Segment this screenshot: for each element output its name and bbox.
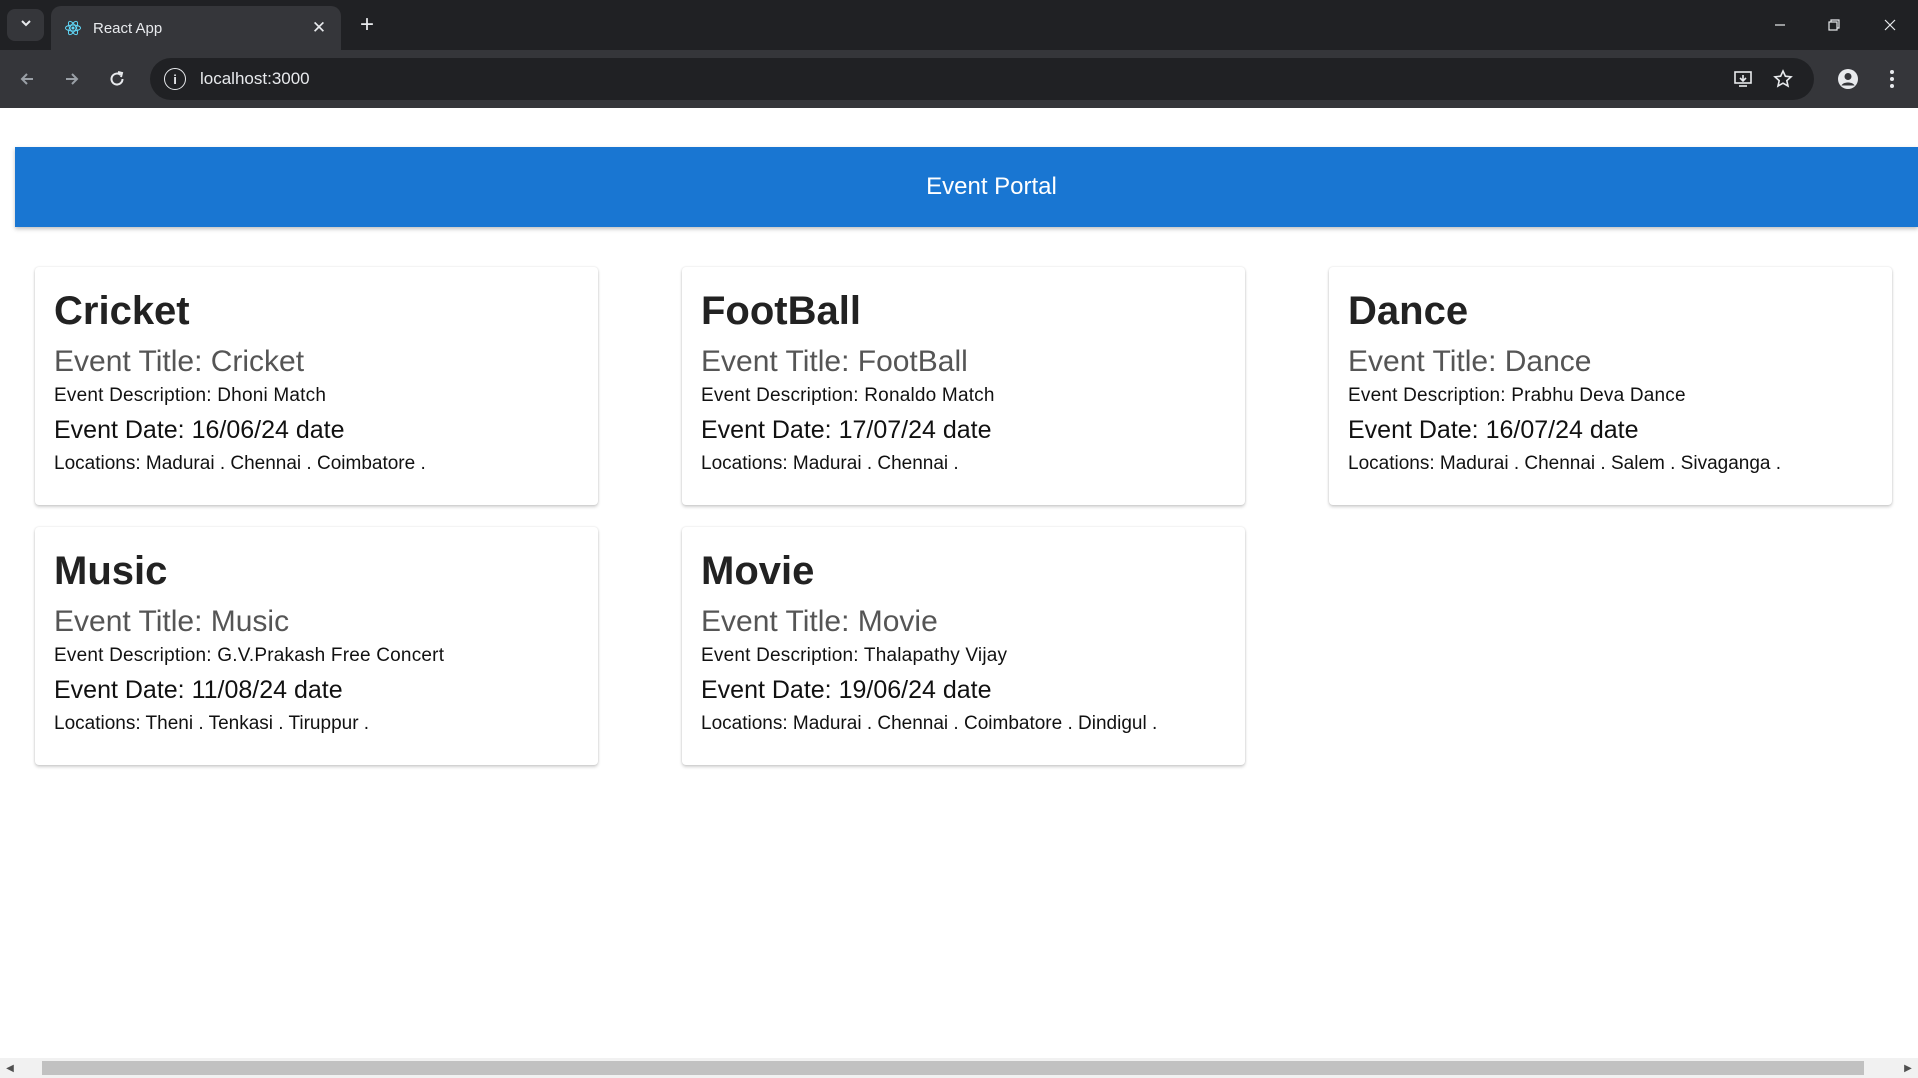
- event-date: Event Date: 16/06/24 date: [54, 416, 345, 444]
- browser-tab[interactable]: React App ✕: [51, 6, 341, 50]
- event-title: Event Title: Music: [54, 605, 290, 638]
- event-description: Event Description: G.V.Prakash Free Conc…: [54, 645, 445, 666]
- event-heading: FootBall: [701, 289, 861, 333]
- address-bar[interactable]: i localhost:3000: [150, 58, 1814, 100]
- horizontal-scrollbar[interactable]: ◀ ▶: [0, 1058, 1918, 1078]
- app-header: Event Portal: [15, 147, 1918, 227]
- tab-close-icon[interactable]: ✕: [309, 18, 329, 38]
- event-card-football: FootBall Event Title: FootBall Event Des…: [682, 267, 1245, 505]
- tab-search-button[interactable]: [7, 9, 44, 41]
- event-card-movie: Movie Event Title: Movie Event Descripti…: [682, 527, 1245, 765]
- event-locations: Locations: Madurai . Chennai . Salem . S…: [1348, 453, 1782, 474]
- install-app-icon[interactable]: [1726, 62, 1760, 96]
- site-info-icon[interactable]: i: [164, 68, 186, 90]
- event-date: Event Date: 19/06/24 date: [701, 676, 992, 704]
- react-logo-icon: [63, 18, 83, 38]
- chevron-down-icon: [19, 16, 33, 35]
- close-window-icon[interactable]: [1870, 8, 1910, 42]
- event-date: Event Date: 17/07/24 date: [701, 416, 992, 444]
- bookmark-star-icon[interactable]: [1766, 62, 1800, 96]
- event-date: Event Date: 16/07/24 date: [1348, 416, 1639, 444]
- event-card-cricket: Cricket Event Title: Cricket Event Descr…: [35, 267, 598, 505]
- event-title: Event Title: FootBall: [701, 345, 968, 378]
- event-card-dance: Dance Event Title: Dance Event Descripti…: [1329, 267, 1892, 505]
- event-heading: Movie: [701, 549, 815, 593]
- event-description: Event Description: Thalapathy Vijay: [701, 645, 1008, 666]
- profile-avatar-icon[interactable]: [1830, 61, 1866, 97]
- page-viewport: Event Portal Cricket Event Title: Cricke…: [0, 108, 1918, 1058]
- new-tab-icon[interactable]: +: [352, 10, 382, 40]
- event-heading: Dance: [1348, 289, 1469, 333]
- event-locations: Locations: Theni . Tenkasi . Tiruppur .: [54, 713, 370, 734]
- restore-icon[interactable]: [1814, 8, 1854, 42]
- event-description: Event Description: Ronaldo Match: [701, 385, 995, 406]
- reload-icon[interactable]: [99, 61, 135, 97]
- event-title: Event Title: Dance: [1348, 345, 1592, 378]
- tab-strip: React App ✕ +: [0, 0, 1918, 50]
- event-heading: Music: [54, 549, 168, 593]
- scroll-left-arrow-icon[interactable]: ◀: [0, 1058, 20, 1078]
- browser-toolbar: i localhost:3000: [0, 50, 1918, 108]
- event-description: Event Description: Dhoni Match: [54, 385, 327, 406]
- event-date: Event Date: 11/08/24 date: [54, 676, 343, 704]
- app-title: Event Portal: [926, 173, 1057, 200]
- event-title: Event Title: Movie: [701, 605, 938, 638]
- scroll-right-arrow-icon[interactable]: ▶: [1898, 1058, 1918, 1078]
- url-text[interactable]: localhost:3000: [200, 69, 1720, 89]
- minimize-icon[interactable]: [1760, 8, 1800, 42]
- forward-arrow-icon[interactable]: [54, 61, 90, 97]
- back-arrow-icon[interactable]: [9, 61, 45, 97]
- event-locations: Locations: Madurai . Chennai . Coimbator…: [701, 713, 1158, 734]
- event-locations: Locations: Madurai . Chennai .: [701, 453, 959, 474]
- event-title: Event Title: Cricket: [54, 345, 305, 378]
- event-heading: Cricket: [54, 289, 190, 333]
- tab-title: React App: [93, 19, 163, 37]
- more-menu-icon[interactable]: [1874, 61, 1910, 97]
- event-locations: Locations: Madurai . Chennai . Coimbator…: [54, 453, 426, 474]
- event-description: Event Description: Prabhu Deva Dance: [1348, 385, 1686, 406]
- scrollbar-thumb[interactable]: [42, 1061, 1864, 1075]
- event-card-music: Music Event Title: Music Event Descripti…: [35, 527, 598, 765]
